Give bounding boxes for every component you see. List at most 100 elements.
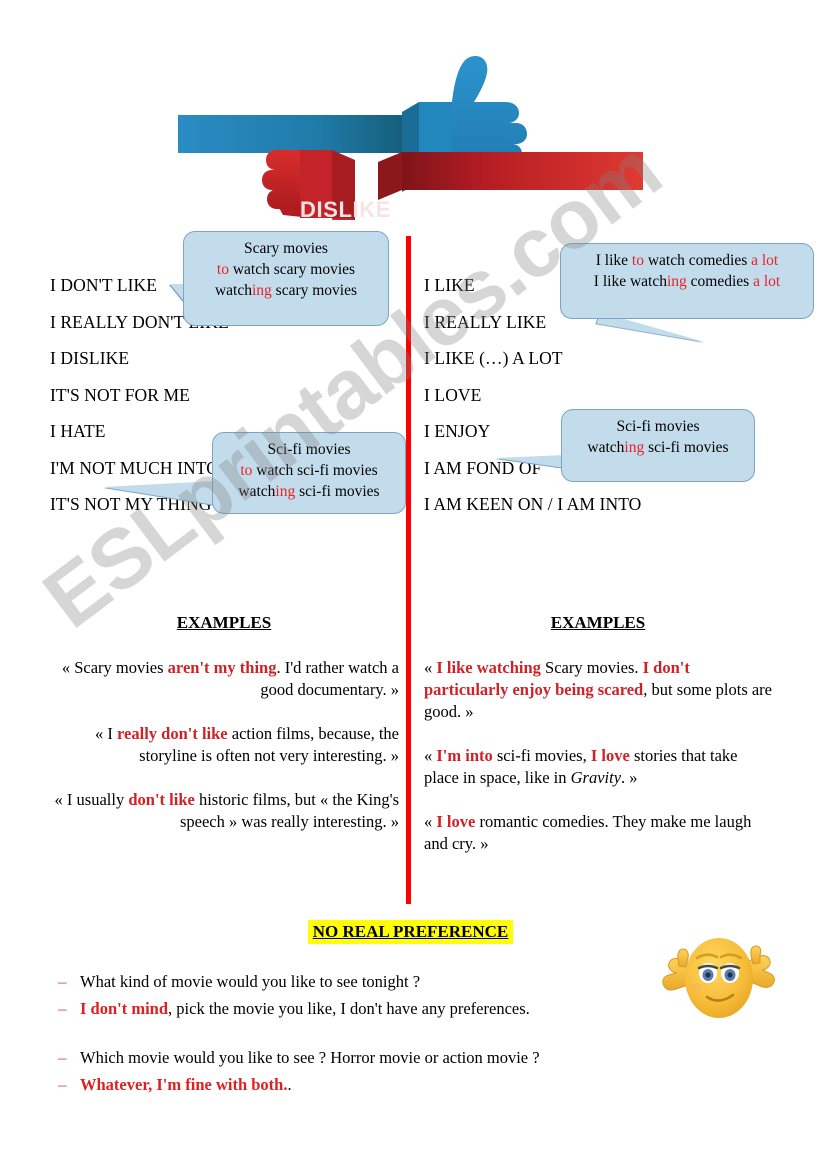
text-fragment: I love: [590, 746, 630, 765]
example-item: « I love romantic comedies. They make me…: [424, 811, 776, 855]
text-fragment: watch: [238, 483, 276, 500]
phrase-item: IT'S NOT FOR ME: [50, 384, 190, 405]
dislike-label: DISLIKE: [300, 197, 391, 220]
text-fragment: Scary movies.: [540, 658, 643, 677]
text-fragment: « I: [95, 724, 118, 743]
dialogue-dash: –: [58, 972, 67, 991]
bubble-line: to watch sci-fi movies: [213, 460, 405, 481]
speech-bubble-scifi-dislike: Sci-fi movies to watch sci-fi movies watch…: [212, 432, 406, 514]
text-fragment: Sci-fi movies: [616, 418, 700, 435]
dialogue-line: – Which movie would you like to see ? Hor…: [58, 1044, 678, 1071]
speech-bubble-tail: [103, 481, 215, 505]
text-fragment: really don't like: [117, 724, 228, 743]
text-fragment: to: [216, 261, 229, 278]
example-item: « Scary movies aren't my thing. I'd rath…: [50, 657, 399, 701]
text-fragment: . I'd rather watch a good documentary. »: [260, 658, 399, 699]
text-fragment: « I usually: [54, 790, 129, 809]
text-fragment: I don't mind: [80, 999, 169, 1018]
right-examples-list: « I like watching Scary movies. I don't …: [424, 657, 776, 877]
text-fragment: «: [424, 746, 437, 765]
speech-bubble-tail: [495, 455, 565, 468]
text-fragment: to: [631, 252, 644, 269]
red-ribbon: [378, 152, 643, 200]
text-fragment: «: [424, 658, 437, 677]
text-fragment: sci-fi movies: [295, 483, 380, 500]
text-fragment: watch sci-fi movies: [252, 462, 378, 479]
example-item: « I usually don't like historic films, b…: [50, 789, 399, 833]
phrase-item: I AM KEEN ON / I AM INTO: [424, 494, 642, 514]
speech-bubble-scary-dislike: Scary movies to watch scary movies watchin…: [183, 231, 389, 326]
dialogue-dash: –: [58, 1075, 67, 1094]
face-circle: [685, 938, 753, 1018]
phrase-item: I LIKE (…) A LOT: [424, 348, 563, 368]
dialogue-line: – I don't mind, pick the movie you like, …: [58, 995, 678, 1022]
text-fragment: aren't my thing: [167, 658, 277, 677]
dialogue-list: – What kind of movie would you like to se…: [58, 968, 678, 1120]
text-fragment: Whatever, I'm fine with both.: [80, 1075, 288, 1094]
left-examples-list: « Scary movies aren't my thing. I'd rath…: [50, 657, 399, 855]
text-fragment: a lot: [751, 252, 779, 269]
text-fragment: I like: [595, 252, 632, 269]
text-fragment: watch: [587, 439, 625, 456]
bubble-line: to watch scary movies: [184, 259, 388, 280]
text-fragment: watch comedies: [643, 252, 752, 269]
bubble-line: watching sci-fi movies: [213, 481, 405, 502]
bubble-line: watching scary movies: [184, 280, 388, 301]
text-fragment: historic films, but « the King's speech …: [179, 790, 399, 831]
dialogue-text: Whatever, I'm fine with both..: [80, 1071, 678, 1098]
text-fragment: «: [424, 812, 437, 831]
example-item: « I like watching Scary movies. I don't …: [424, 657, 776, 723]
dialogue-text: Which movie would you like to see ? Horr…: [80, 1044, 678, 1071]
like-dislike-banner: LIKE DISLIKE: [0, 40, 821, 252]
no-preference-label: NO REAL PREFERENCE: [307, 920, 514, 944]
speech-bubble-comedies-like: I like to watch comedies a lot I like wat…: [560, 243, 814, 319]
text-fragment: Gravity: [570, 768, 622, 787]
text-fragment: I like watching: [436, 658, 541, 677]
column-divider: [406, 236, 411, 904]
text-fragment: Sci-fi movies: [267, 441, 351, 458]
text-fragment: Scary movies: [244, 240, 328, 257]
text-fragment: . »: [621, 768, 638, 787]
bubble-line: I like to watch comedies a lot: [561, 250, 813, 271]
text-fragment: ing: [251, 282, 272, 299]
text-fragment: .: [287, 1075, 292, 1094]
text-fragment: scary movies: [271, 282, 358, 299]
text-fragment: to: [240, 462, 253, 479]
dialogue-line: – Whatever, I'm fine with both..: [58, 1071, 678, 1098]
right-examples-heading: EXAMPLES: [550, 613, 646, 632]
text-fragment: I'm into: [436, 746, 493, 765]
dialogue-group: – Which movie would you like to see ? Hor…: [58, 1044, 678, 1098]
text-fragment: a lot: [753, 273, 781, 290]
text-fragment: don't like: [128, 790, 195, 809]
text-fragment: I like watch: [593, 273, 667, 290]
cheek-blush: [692, 983, 702, 991]
dialogue-dash: –: [58, 1048, 67, 1067]
dialogue-dash: –: [58, 999, 67, 1018]
bubble-line: Sci-fi movies: [213, 439, 405, 460]
bubble-line: watching sci-fi movies: [562, 437, 754, 458]
bubble-line: I like watching comedies a lot: [561, 271, 813, 292]
text-fragment: sci-fi movies,: [492, 746, 591, 765]
dialogue-text: What kind of movie would you like to see…: [80, 968, 678, 995]
dialogue-line: – What kind of movie would you like to se…: [58, 968, 678, 995]
text-fragment: watch scary movies: [228, 261, 356, 278]
phrase-item: I DISLIKE: [50, 348, 130, 368]
text-fragment: sci-fi movies: [644, 439, 729, 456]
text-fragment: What kind of movie would you like to see…: [80, 972, 421, 991]
text-fragment: , pick the movie you like, I don't have …: [168, 999, 530, 1018]
text-fragment: watch: [214, 282, 252, 299]
bubble-line: Sci-fi movies: [562, 416, 754, 437]
example-item: « I really don't like action films, beca…: [50, 723, 399, 767]
example-item: « I'm into sci-fi movies, I love stories…: [424, 745, 776, 789]
text-fragment: I love: [436, 812, 476, 831]
dialogue-text: I don't mind, pick the movie you like, I…: [80, 995, 678, 1022]
left-examples-heading: EXAMPLES: [176, 613, 272, 632]
text-fragment: ing: [624, 439, 645, 456]
text-fragment: Which movie would you like to see ? Horr…: [80, 1048, 540, 1067]
phrase-item: I LOVE: [424, 384, 482, 405]
text-fragment: « Scary movies: [61, 658, 168, 677]
text-fragment: ing: [666, 273, 687, 290]
speech-bubble-scifi-like: Sci-fi movies watching sci-fi movies: [561, 409, 755, 482]
bubble-line: Scary movies: [184, 238, 388, 259]
dialogue-group: – What kind of movie would you like to se…: [58, 968, 678, 1022]
